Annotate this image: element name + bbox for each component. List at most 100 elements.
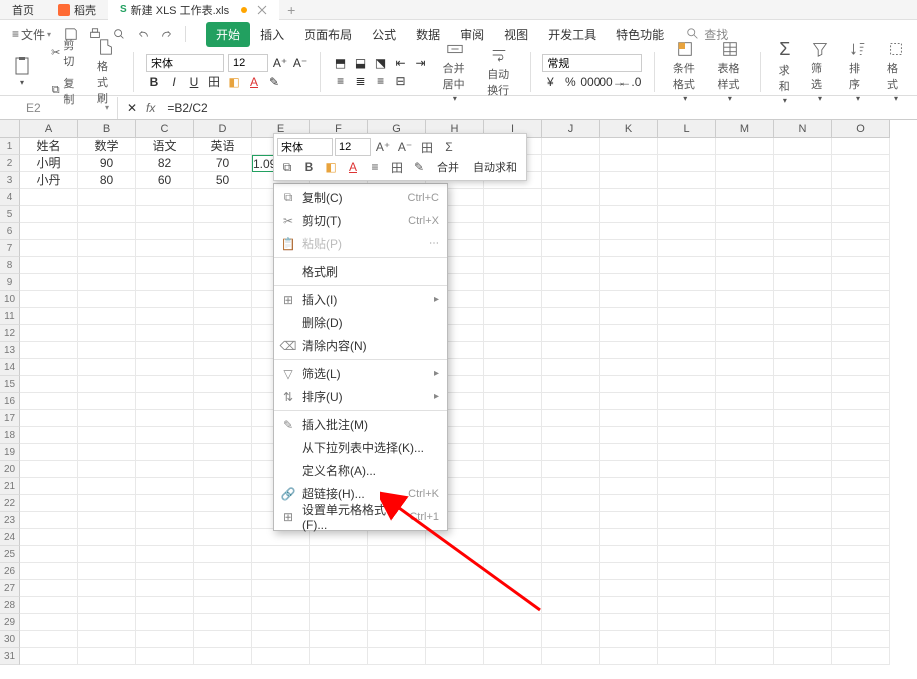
align-bottom-icon[interactable]: ⬔ xyxy=(373,55,389,71)
row-header[interactable]: 4 xyxy=(0,189,20,206)
cell[interactable] xyxy=(832,529,890,546)
row-header[interactable]: 31 xyxy=(0,648,20,665)
cell[interactable] xyxy=(658,274,716,291)
cell[interactable] xyxy=(484,359,542,376)
new-tab-button[interactable]: + xyxy=(279,2,303,18)
highlight-icon[interactable]: ✎ xyxy=(266,74,282,90)
cell[interactable] xyxy=(542,342,600,359)
cell[interactable] xyxy=(832,580,890,597)
cell[interactable] xyxy=(774,614,832,631)
cell[interactable] xyxy=(774,529,832,546)
cell[interactable]: 80 xyxy=(78,172,136,189)
row-header[interactable]: 29 xyxy=(0,614,20,631)
cell[interactable] xyxy=(600,359,658,376)
indent-decrease-icon[interactable]: ⇤ xyxy=(393,55,409,71)
row-header[interactable]: 12 xyxy=(0,325,20,342)
cell[interactable] xyxy=(774,461,832,478)
cell[interactable] xyxy=(600,172,658,189)
cell[interactable] xyxy=(194,359,252,376)
cell[interactable] xyxy=(136,240,194,257)
col-header[interactable]: J xyxy=(542,120,600,138)
cell[interactable] xyxy=(600,274,658,291)
cell[interactable] xyxy=(310,597,368,614)
cell[interactable] xyxy=(484,376,542,393)
ribbon-tab-formula[interactable]: 公式 xyxy=(362,22,406,47)
cell[interactable] xyxy=(484,614,542,631)
cell[interactable] xyxy=(20,614,78,631)
border-icon[interactable]: 田 xyxy=(206,74,222,90)
cell[interactable] xyxy=(658,580,716,597)
cell[interactable] xyxy=(20,478,78,495)
ribbon-tab-insert[interactable]: 插入 xyxy=(250,22,294,47)
row-header[interactable]: 14 xyxy=(0,359,20,376)
cell-reference-box[interactable]: E2▾ xyxy=(18,97,118,119)
cell[interactable] xyxy=(78,359,136,376)
row-header[interactable]: 18 xyxy=(0,427,20,444)
cell[interactable] xyxy=(542,325,600,342)
fx-icon[interactable]: fx xyxy=(146,101,155,115)
cell[interactable] xyxy=(716,512,774,529)
cell[interactable] xyxy=(78,648,136,665)
wrap-text-button[interactable]: 自动换行 xyxy=(481,44,518,100)
cell[interactable] xyxy=(542,308,600,325)
cell[interactable] xyxy=(658,223,716,240)
cell[interactable] xyxy=(20,206,78,223)
ctx-format-painter[interactable]: 格式刷 xyxy=(274,260,447,283)
cell[interactable] xyxy=(426,529,484,546)
cell[interactable] xyxy=(774,427,832,444)
cell[interactable] xyxy=(484,393,542,410)
cell[interactable] xyxy=(716,206,774,223)
cell[interactable] xyxy=(716,597,774,614)
cell[interactable] xyxy=(658,155,716,172)
cell[interactable] xyxy=(368,631,426,648)
cell[interactable] xyxy=(600,580,658,597)
cell[interactable] xyxy=(716,393,774,410)
font-size-select[interactable] xyxy=(228,54,268,72)
cell[interactable] xyxy=(600,223,658,240)
cancel-formula-icon[interactable]: ✕ xyxy=(124,100,140,116)
cell[interactable] xyxy=(194,291,252,308)
format-button[interactable]: 格式▾ xyxy=(881,38,911,105)
cell[interactable] xyxy=(20,529,78,546)
cell[interactable] xyxy=(542,223,600,240)
cell[interactable] xyxy=(194,478,252,495)
cell[interactable] xyxy=(194,614,252,631)
row-header[interactable]: 27 xyxy=(0,580,20,597)
mini-font-select[interactable] xyxy=(277,138,333,156)
cell[interactable] xyxy=(136,410,194,427)
cell[interactable] xyxy=(716,291,774,308)
cell[interactable] xyxy=(484,495,542,512)
cell[interactable] xyxy=(542,359,600,376)
cell[interactable] xyxy=(600,495,658,512)
row-header[interactable]: 9 xyxy=(0,274,20,291)
cell[interactable] xyxy=(600,393,658,410)
cell[interactable] xyxy=(484,274,542,291)
cell[interactable] xyxy=(484,342,542,359)
cell[interactable] xyxy=(658,138,716,155)
paste-button[interactable]: ▾ xyxy=(6,54,38,89)
cell[interactable] xyxy=(194,206,252,223)
cell[interactable] xyxy=(78,410,136,427)
align-top-icon[interactable]: ⬒ xyxy=(333,55,349,71)
align-center-icon[interactable]: ≣ xyxy=(353,73,369,89)
col-header[interactable]: N xyxy=(774,120,832,138)
cell[interactable] xyxy=(484,580,542,597)
col-header[interactable]: O xyxy=(832,120,890,138)
cell[interactable] xyxy=(832,410,890,427)
close-icon[interactable] xyxy=(257,5,267,15)
cell[interactable] xyxy=(600,376,658,393)
cell[interactable] xyxy=(426,631,484,648)
number-format-select[interactable] xyxy=(542,54,642,72)
cell[interactable] xyxy=(542,563,600,580)
cell[interactable] xyxy=(310,648,368,665)
row-header[interactable]: 7 xyxy=(0,240,20,257)
cell[interactable] xyxy=(542,291,600,308)
cell[interactable] xyxy=(78,444,136,461)
cell[interactable] xyxy=(716,325,774,342)
cell[interactable] xyxy=(600,291,658,308)
cell[interactable] xyxy=(774,410,832,427)
cell[interactable] xyxy=(716,495,774,512)
row-header[interactable]: 16 xyxy=(0,393,20,410)
cell[interactable] xyxy=(658,631,716,648)
cell[interactable] xyxy=(600,478,658,495)
